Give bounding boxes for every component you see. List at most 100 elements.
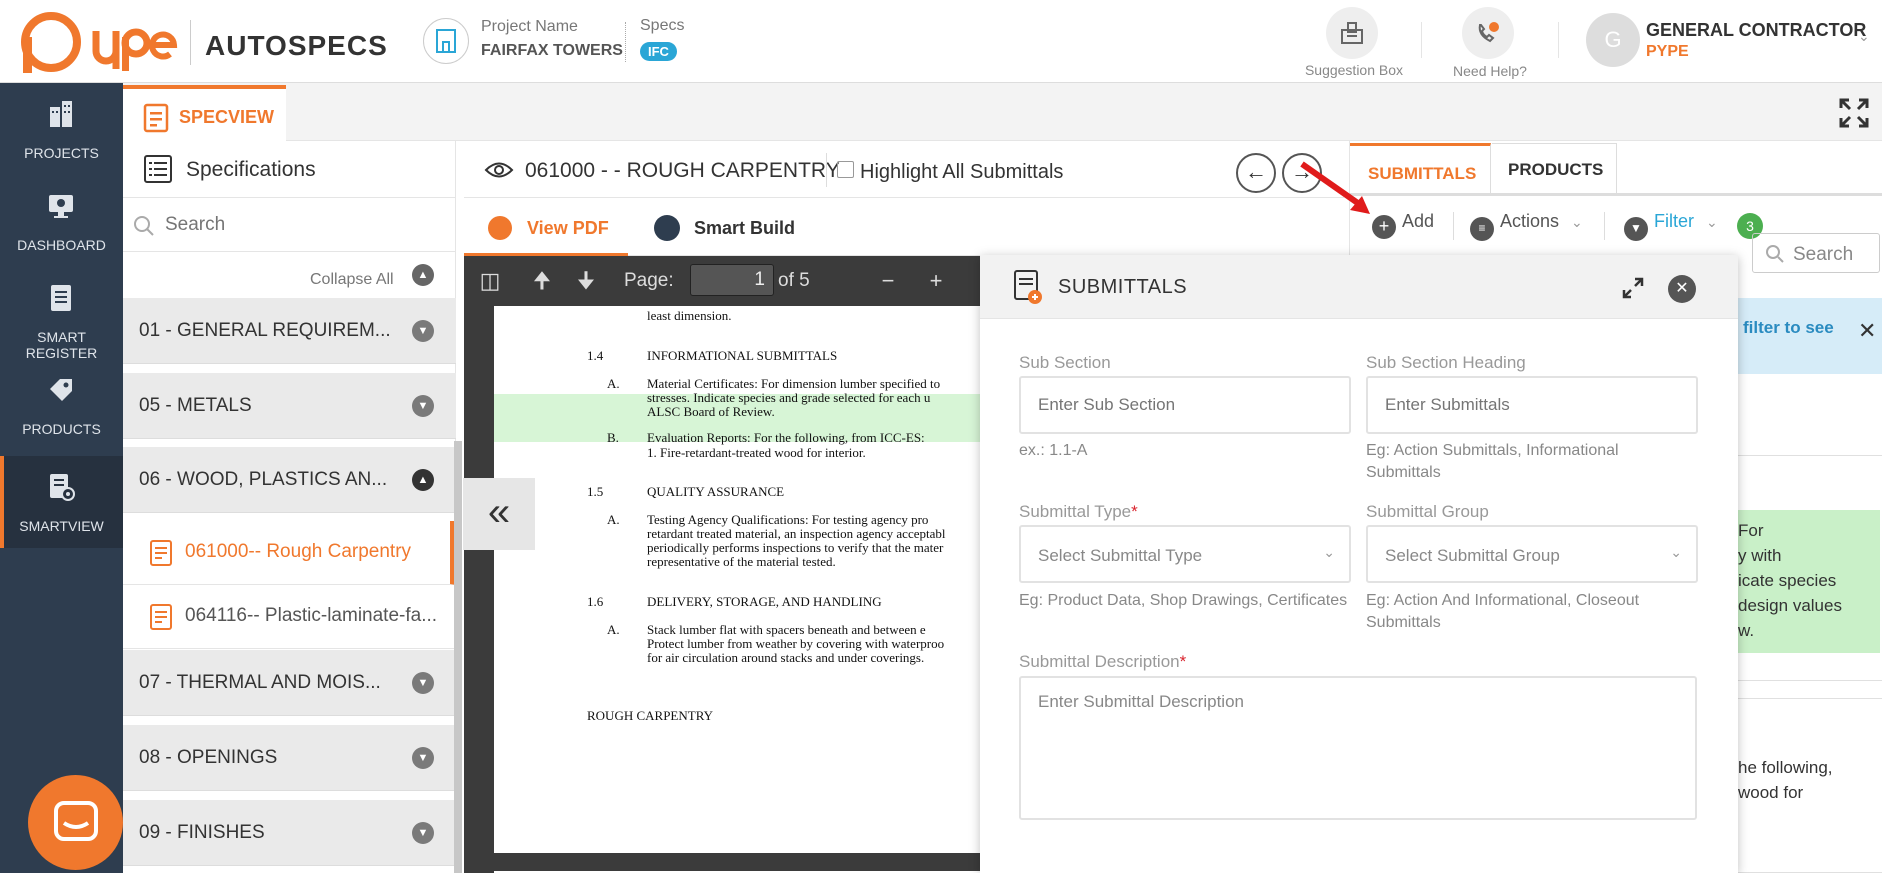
- collapse-all-label[interactable]: Collapse All: [310, 271, 394, 289]
- nav-dashboard[interactable]: DASHBOARD: [0, 175, 123, 267]
- submittal-type-label: Submittal Type*: [1019, 502, 1138, 522]
- pdf-text: B.: [607, 430, 619, 445]
- next-page-icon[interactable]: 🠋: [574, 269, 598, 293]
- nav-smartview[interactable]: SMARTVIEW: [0, 456, 123, 548]
- search-placeholder: Search: [1793, 244, 1854, 265]
- chat-launcher-button[interactable]: [28, 775, 123, 870]
- specifications-search-input[interactable]: [165, 206, 445, 244]
- modal-header: SUBMITTALS ✕: [980, 255, 1738, 319]
- sidebar-toggle-icon[interactable]: ◫: [478, 269, 502, 293]
- project-label: Project Name: [481, 18, 578, 35]
- tab-view-pdf-label: View PDF: [527, 218, 609, 238]
- specifications-panel: Specifications Collapse All ▲ 01 - GENER…: [123, 141, 462, 873]
- section-row[interactable]: 05 - METALS ▼: [123, 373, 456, 439]
- section-row[interactable]: 09 - FINISHES ▼: [123, 800, 456, 866]
- project-name[interactable]: FAIRFAX TOWERS: [481, 42, 623, 60]
- header-divider: [1421, 22, 1422, 58]
- previous-page-icon[interactable]: 🠉: [530, 269, 554, 293]
- submittal-description-textarea[interactable]: Enter Submittal Description: [1019, 676, 1697, 820]
- chevron-down-icon[interactable]: ▼: [412, 672, 434, 694]
- previous-arrow-button[interactable]: ←: [1236, 153, 1276, 193]
- fullscreen-icon[interactable]: [1838, 97, 1870, 129]
- close-icon[interactable]: ✕: [1858, 318, 1876, 344]
- zoom-in-icon[interactable]: +: [924, 269, 948, 293]
- specifications-title: Specifications: [186, 158, 316, 181]
- section-row[interactable]: 08 - OPENINGS ▼: [123, 725, 456, 791]
- collapse-all-chevron-icon[interactable]: ▲: [412, 264, 434, 286]
- maximize-icon[interactable]: [1622, 277, 1644, 299]
- chevron-down-icon: ⌄: [1571, 214, 1583, 230]
- specs-badge[interactable]: IFC: [640, 42, 677, 61]
- nav-projects[interactable]: PROJECTS: [0, 83, 123, 175]
- sub-section-input[interactable]: [1019, 376, 1351, 434]
- specifications-header: Specifications: [123, 141, 456, 198]
- highlight-all-label[interactable]: Highlight All Submittals: [860, 161, 1063, 184]
- section-label: 09 - FINISHES: [139, 822, 265, 843]
- tab-products[interactable]: PRODUCTS: [1492, 143, 1617, 193]
- section-row[interactable]: 07 - THERMAL AND MOIS... ▼: [123, 650, 456, 716]
- pdf-text: DELIVERY, STORAGE, AND HANDLING: [647, 594, 882, 609]
- header-divider: [1558, 22, 1559, 58]
- page-label: Page:: [624, 270, 674, 291]
- pdf-text: for air circulation around stacks and un…: [647, 650, 925, 665]
- specifications-scrollbar[interactable]: [454, 441, 462, 873]
- add-label: Add: [1402, 211, 1435, 231]
- tab-view-pdf[interactable]: View PDF: [464, 198, 628, 256]
- chat-icon: [54, 801, 98, 841]
- card-text: w.: [1738, 621, 1755, 640]
- submittal-type-select[interactable]: Select Submittal Type ⌄: [1019, 525, 1351, 583]
- spec-file-item[interactable]: 061000-- Rough Carpentry: [123, 521, 456, 585]
- close-icon[interactable]: ✕: [1668, 275, 1696, 303]
- collapse-panel-button[interactable]: «: [463, 478, 535, 550]
- highlight-all-checkbox[interactable]: [837, 161, 854, 178]
- actions-button[interactable]: ≡ Actions ⌄: [1470, 211, 1583, 241]
- need-help-button[interactable]: [1462, 7, 1514, 59]
- section-row[interactable]: 01 - GENERAL REQUIREM... ▼: [123, 298, 456, 364]
- page-number-input[interactable]: 1: [690, 264, 774, 296]
- chevron-down-icon[interactable]: ▼: [412, 747, 434, 769]
- zoom-out-icon[interactable]: −: [876, 269, 900, 293]
- nav-label: PROJECTS: [24, 145, 99, 161]
- project-icon[interactable]: [423, 18, 469, 64]
- user-avatar[interactable]: G: [1586, 13, 1640, 67]
- chevron-down-icon[interactable]: ▼: [412, 395, 434, 417]
- filter-button[interactable]: ▼ Filter ⌄: [1624, 211, 1718, 241]
- submittal-group-select[interactable]: Select Submittal Group ⌄: [1366, 525, 1698, 583]
- document-icon: [143, 103, 169, 133]
- sub-section-heading-input[interactable]: [1366, 376, 1698, 434]
- section-label: 08 - OPENINGS: [139, 747, 278, 768]
- suggestion-box-label: Suggestion Box: [1304, 62, 1404, 78]
- submittals-search[interactable]: Search: [1752, 233, 1880, 273]
- suggestion-box-button[interactable]: [1326, 7, 1378, 59]
- sub-section-heading-label: Sub Section Heading: [1366, 353, 1526, 372]
- spec-file-label: 061000-- Rough Carpentry: [185, 541, 412, 562]
- pdf-text: 1.4: [587, 348, 604, 363]
- sub-section-heading-hint: Eg: Action Submittals, Informational Sub…: [1366, 442, 1619, 481]
- nav-label: SMARTVIEW: [19, 518, 104, 534]
- spec-file-label: 064116-- Plastic-laminate-fa...: [185, 605, 438, 626]
- nav-smart-register[interactable]: SMART REGISTER: [0, 267, 123, 361]
- pype-logo[interactable]: [18, 6, 178, 78]
- user-menu-chevron-icon[interactable]: ⌄: [1858, 28, 1870, 45]
- user-name[interactable]: GENERAL CONTRACTOR: [1646, 20, 1866, 41]
- card-text: design values: [1738, 596, 1842, 615]
- section-row[interactable]: 06 - WOOD, PLASTICS AN... ▲: [123, 447, 456, 513]
- spec-file-item[interactable]: 064116-- Plastic-laminate-fa...: [123, 585, 456, 649]
- phone-help-icon: [1478, 22, 1499, 43]
- need-help-label: Need Help?: [1453, 63, 1527, 79]
- tab-smart-build-label: Smart Build: [694, 218, 796, 238]
- add-button[interactable]: + Add: [1372, 211, 1434, 239]
- chevron-up-icon[interactable]: ▲: [412, 469, 434, 491]
- required-mark: *: [1179, 652, 1187, 671]
- funnel-icon: ▼: [1624, 217, 1648, 241]
- pdf-text: 1.5: [587, 484, 604, 499]
- chevron-down-icon[interactable]: ▼: [412, 822, 434, 844]
- pdf-text: A.: [607, 512, 620, 527]
- chevron-down-icon[interactable]: ▼: [412, 320, 434, 342]
- tab-specview[interactable]: SPECVIEW: [123, 85, 286, 141]
- user-company: PYPE: [1646, 43, 1689, 60]
- submittal-description-placeholder: Enter Submittal Description: [1038, 692, 1244, 711]
- tab-smart-build[interactable]: Smart Build: [654, 198, 834, 256]
- submittal-group-hint: Eg: Action And Informational, Closeout S…: [1366, 592, 1640, 631]
- nav-products[interactable]: PRODUCTS: [0, 359, 123, 451]
